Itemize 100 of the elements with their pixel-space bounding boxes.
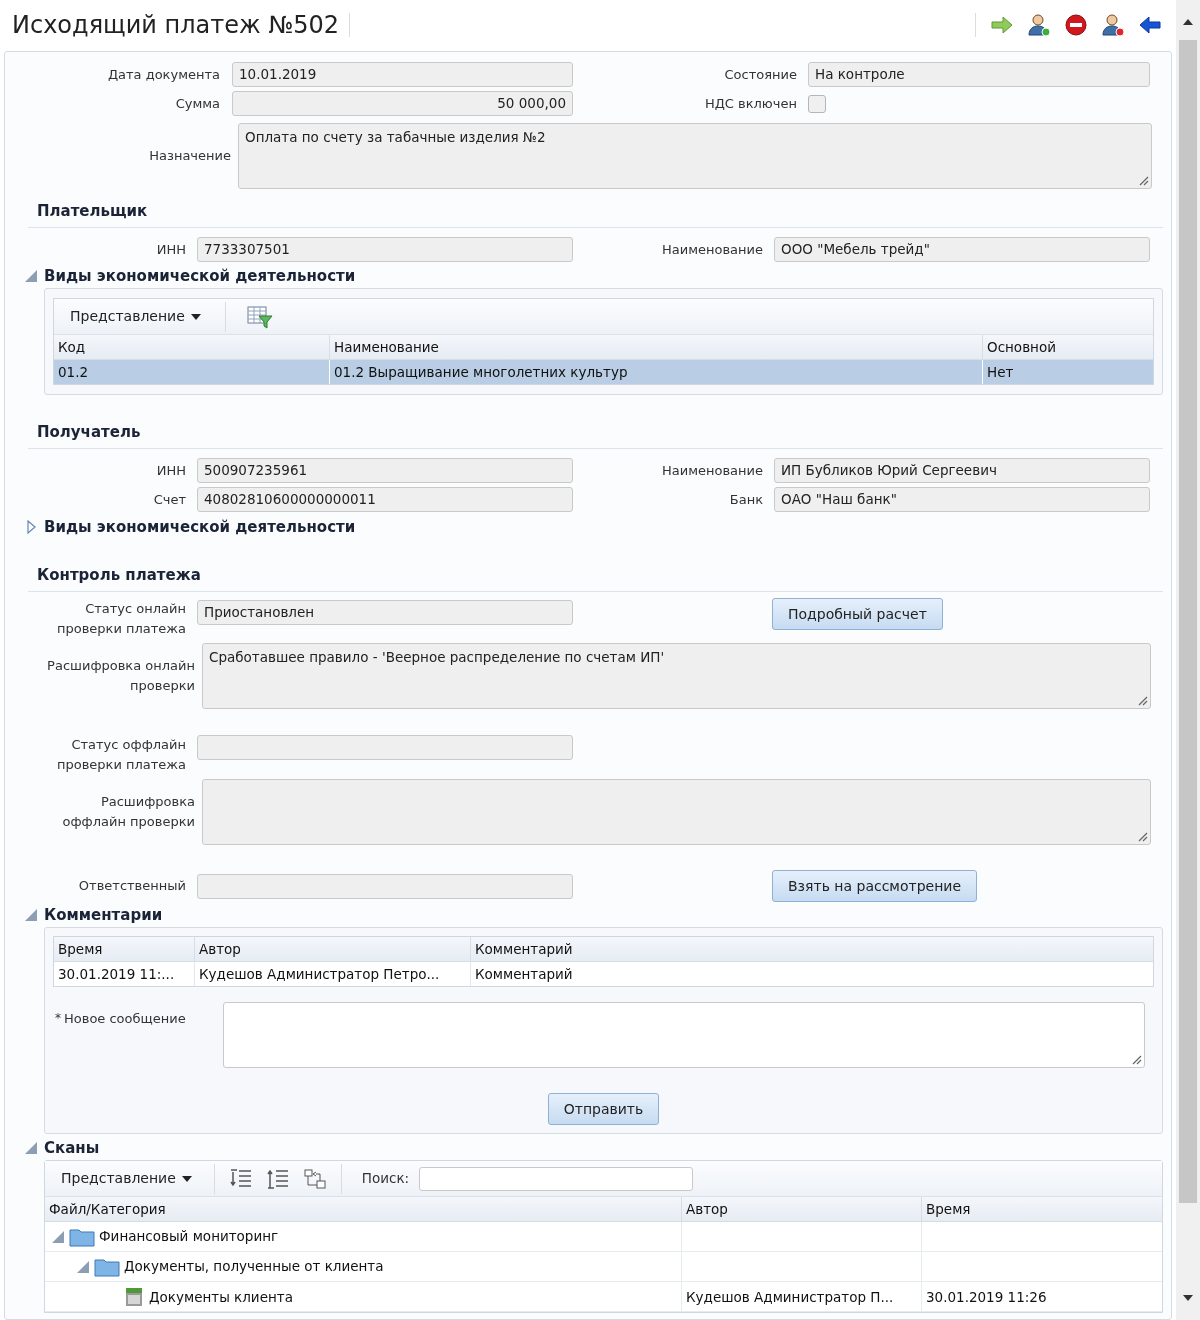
column-header[interactable]: Комментарий — [471, 937, 1153, 961]
purpose-field[interactable]: Оплата по счету за табачные изделия №2 — [238, 123, 1152, 189]
view-menu-button[interactable]: Представление — [45, 1161, 208, 1196]
table-cell-text: Нет — [986, 363, 1015, 382]
resize-grip-icon[interactable] — [1136, 830, 1148, 842]
field-label: Расшифровка оффлайн проверки — [61, 793, 195, 831]
checkbox[interactable] — [808, 94, 826, 113]
table-filter-icon — [246, 304, 273, 329]
page-title: Исходящий платеж №502 — [12, 10, 339, 40]
resize-grip-icon[interactable] — [1136, 694, 1148, 706]
column-header[interactable]: Время — [54, 937, 195, 961]
button[interactable]: Взять на рассмотрение — [772, 870, 978, 902]
tree-item[interactable]: Документы, полученные от клиента — [124, 1256, 384, 1277]
sum-field[interactable]: 50 000,00 — [232, 91, 573, 116]
button[interactable]: Подробный расчет — [772, 598, 943, 630]
caret-icon — [181, 1175, 192, 1182]
group-heading[interactable]: Виды экономической деятельности — [44, 518, 356, 536]
field-label: Новое сообщение — [64, 1010, 187, 1028]
name-field[interactable]: ИП Бубликов Юрий Сергеевич — [774, 458, 1150, 483]
search-field[interactable] — [419, 1166, 694, 1191]
arrow-left-button[interactable] — [1138, 13, 1162, 37]
column-header[interactable]: Файл/Категория — [45, 1197, 682, 1221]
column-header[interactable]: Автор — [682, 1197, 922, 1221]
state-field[interactable]: На контроле — [808, 62, 1150, 87]
field-label: Счет — [152, 490, 186, 509]
name-field[interactable]: ООО "Мебель трейд" — [774, 237, 1150, 262]
folder-icon — [69, 1226, 95, 1247]
details-field[interactable]: Сработавшее правило - 'Веерное распределение по счетам ИП' — [202, 643, 1151, 709]
user-plus-button[interactable] — [1027, 13, 1051, 37]
collapse-toggle-icon[interactable] — [24, 1141, 38, 1155]
status-field[interactable]: Приостановлен — [197, 600, 573, 625]
field-label: Наименование — [660, 461, 763, 480]
field-label: ИНН — [155, 461, 186, 480]
column-header[interactable]: Основной — [983, 335, 1153, 359]
account-field[interactable]: 40802810600000000011 — [197, 487, 573, 512]
scrollbar-thumb[interactable] — [1179, 40, 1197, 1203]
list-down-icon — [228, 1167, 253, 1190]
table-cell: Кудешов Администратор П... — [682, 1282, 922, 1312]
user-remove-button[interactable] — [1101, 13, 1125, 37]
caret-icon — [190, 313, 201, 320]
inn-field[interactable]: 7733307501 — [197, 237, 573, 262]
required-mark: * — [55, 1010, 61, 1026]
table-cell: 30.01.2019 11:... — [54, 962, 195, 986]
column-header[interactable]: Наименование — [330, 335, 983, 359]
stop-button[interactable] — [1064, 13, 1088, 37]
field-label: Назначение — [148, 147, 231, 165]
collapse-toggle-icon[interactable] — [76, 1259, 90, 1274]
tree-structure-button[interactable] — [302, 1166, 327, 1191]
date-field[interactable]: 10.01.2019 — [232, 62, 573, 87]
view-menu-button[interactable]: Представление — [54, 299, 217, 334]
bank-field[interactable]: ОАО "Наш банк" — [774, 487, 1150, 512]
user-remove-icon — [1101, 13, 1125, 37]
arrow-left-icon — [1138, 14, 1162, 36]
scroll-down-icon[interactable] — [1183, 1295, 1193, 1301]
document-icon — [123, 1286, 145, 1308]
arrow-right-button[interactable] — [990, 13, 1014, 37]
field-label: Статус онлайн проверки платежа — [55, 600, 186, 638]
section-heading: Плательщик — [37, 202, 149, 220]
search-label: Поиск: — [361, 1169, 410, 1189]
column-header[interactable]: Код — [54, 335, 330, 359]
list-up-icon — [265, 1167, 290, 1190]
folder-icon — [94, 1256, 120, 1277]
section-heading: Получатель — [37, 423, 142, 441]
field-label: Статус оффлайн проверки платежа — [55, 736, 186, 774]
field-label: ИНН — [155, 240, 186, 259]
field-label: Ответственный — [77, 877, 186, 895]
field-label: Наименование — [660, 240, 763, 259]
table-cell: 01.2 — [54, 360, 330, 384]
group-heading[interactable]: Комментарии — [44, 906, 163, 924]
scrollbar[interactable] — [1176, 0, 1200, 1320]
table-cell-text: Комментарий — [474, 965, 574, 984]
group-heading[interactable]: Сканы — [44, 1139, 100, 1157]
column-header[interactable]: Время — [922, 1197, 1162, 1221]
field-label: Расшифровка онлайн проверки — [46, 657, 195, 695]
field-label: Состояние — [723, 65, 797, 84]
table-cell: 01.2 Выращивание многолетних культур — [330, 360, 983, 384]
collapse-toggle-icon[interactable] — [51, 1229, 65, 1244]
column-header[interactable]: Автор — [195, 937, 471, 961]
collapse-toggle-icon[interactable] — [24, 269, 38, 283]
collapse-toggle-icon[interactable] — [24, 908, 38, 922]
section-heading: Контроль платежа — [37, 566, 202, 584]
scroll-up-icon[interactable] — [1183, 19, 1193, 25]
field-label: Сумма — [174, 94, 220, 113]
tree-item[interactable]: Документы клиента — [149, 1286, 293, 1308]
resize-grip-icon[interactable] — [1130, 1053, 1142, 1065]
expand-toggle-icon[interactable] — [24, 520, 38, 534]
message-field[interactable] — [223, 1002, 1145, 1068]
field-label: НДС включен — [703, 94, 797, 113]
user-plus-icon — [1027, 13, 1051, 37]
inn-field[interactable]: 500907235961 — [197, 458, 573, 483]
table-cell: Кудешов Администратор Петро... — [195, 962, 471, 986]
table-row[interactable]: 01.2 01.2 Выращивание многолетних культур Нет — [54, 360, 1153, 384]
field-label: Дата документа — [106, 65, 220, 84]
tree-item[interactable]: Финансовый мониторинг — [99, 1226, 279, 1247]
button[interactable]: Отправить — [547, 1093, 660, 1125]
resize-grip-icon[interactable] — [1137, 174, 1149, 186]
details-field[interactable] — [202, 779, 1151, 845]
status-field[interactable] — [197, 735, 573, 760]
group-heading[interactable]: Виды экономической деятельности — [44, 267, 356, 285]
responsible-field[interactable] — [197, 873, 573, 899]
